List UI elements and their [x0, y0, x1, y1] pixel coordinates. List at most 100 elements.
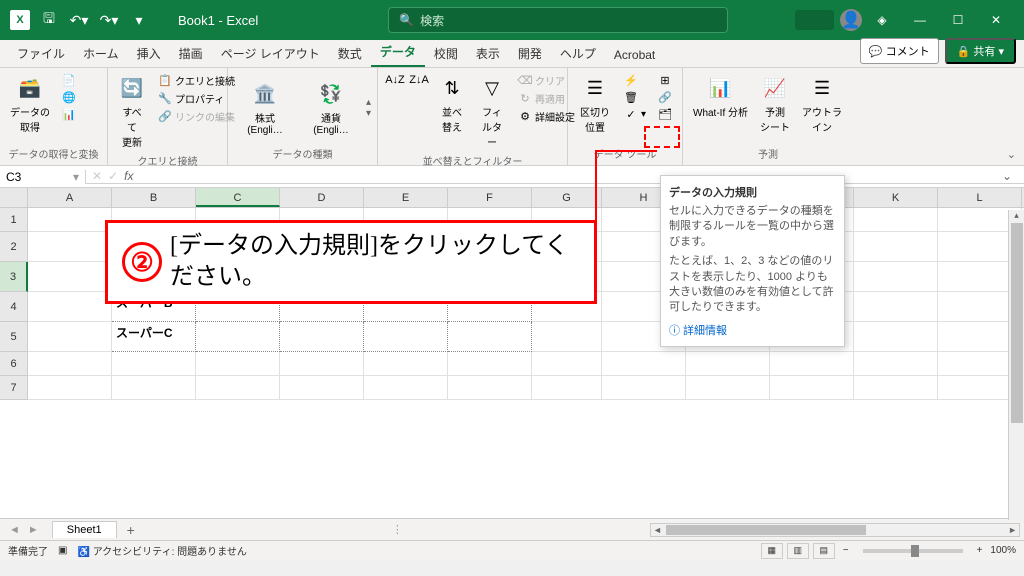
from-text-button[interactable]: 📄 [58, 72, 80, 88]
maximize-button[interactable]: ☐ [940, 6, 976, 34]
row-header-7[interactable]: 7 [0, 376, 28, 400]
stocks-button[interactable]: 🏛️ 株式 (Engli… [234, 78, 296, 138]
user-name[interactable] [795, 10, 834, 30]
edit-links-button[interactable]: 🔗リンクの編集 [154, 108, 239, 125]
tab-data[interactable]: データ [371, 38, 425, 67]
cell-C6[interactable] [196, 352, 280, 376]
cell-A1[interactable] [28, 208, 112, 232]
cell-C7[interactable] [196, 376, 280, 400]
column-header-G[interactable]: G [532, 188, 602, 207]
ribbon-collapse-button[interactable]: ⌄ [1007, 148, 1016, 161]
data-model-button[interactable]: 🗂 [654, 106, 676, 122]
row-header-1[interactable]: 1 [0, 208, 28, 232]
text-to-columns-button[interactable]: ☰ 区切り位置 [574, 72, 616, 136]
row-header-3[interactable]: 3 [0, 262, 28, 292]
cell-F6[interactable] [448, 352, 532, 376]
cell-K2[interactable] [854, 232, 938, 262]
cell-K5[interactable] [854, 322, 938, 352]
column-header-D[interactable]: D [280, 188, 364, 207]
cell-C5[interactable] [196, 322, 280, 352]
consolidate-button[interactable]: ⊞ [654, 72, 676, 88]
from-table-button[interactable]: 📊 [58, 106, 80, 122]
horizontal-scrollbar[interactable]: ◄ ► [650, 523, 1020, 537]
properties-button[interactable]: 🔧プロパティ [154, 90, 239, 107]
select-all-corner[interactable] [0, 188, 28, 207]
save-icon[interactable]: 🖫 [38, 9, 60, 31]
tab-page-layout[interactable]: ページ レイアウト [212, 40, 329, 67]
tab-developer[interactable]: 開発 [509, 40, 551, 67]
column-header-A[interactable]: A [28, 188, 112, 207]
sheet-nav-prev[interactable]: ◄ [6, 524, 23, 536]
currency-button[interactable]: 💱 通貨 (Engli… [300, 78, 362, 138]
column-header-K[interactable]: K [854, 188, 938, 207]
cell-K6[interactable] [854, 352, 938, 376]
close-button[interactable]: ✕ [978, 6, 1014, 34]
add-sheet-button[interactable]: + [117, 522, 145, 538]
tooltip-more-info-link[interactable]: ⓘ 詳細情報 [669, 322, 836, 338]
page-break-view-button[interactable]: ▤ [813, 543, 835, 559]
cell-G7[interactable] [532, 376, 602, 400]
row-header-2[interactable]: 2 [0, 232, 28, 262]
diamond-icon[interactable]: ◈ [864, 6, 900, 34]
cell-F5[interactable] [448, 322, 532, 352]
redo-icon[interactable]: ↷▾ [98, 9, 120, 31]
cell-G5[interactable] [532, 322, 602, 352]
cell-B5[interactable]: スーパーC [112, 322, 196, 352]
sort-za-button[interactable]: Z↓A [408, 72, 430, 88]
cell-D7[interactable] [280, 376, 364, 400]
name-box[interactable]: C3▾ [0, 170, 86, 184]
search-input[interactable]: 🔍 検索 [388, 7, 728, 33]
tab-insert[interactable]: 挿入 [128, 40, 170, 67]
avatar[interactable]: 👤 [840, 9, 862, 31]
column-header-E[interactable]: E [364, 188, 448, 207]
tab-help[interactable]: ヘルプ [551, 40, 605, 67]
zoom-out-button[interactable]: − [839, 545, 853, 556]
tab-file[interactable]: ファイル [8, 40, 74, 67]
cell-A4[interactable] [28, 292, 112, 322]
tab-home[interactable]: ホーム [74, 40, 128, 67]
cell-E5[interactable] [364, 322, 448, 352]
tab-acrobat[interactable]: Acrobat [605, 43, 664, 67]
sort-az-button[interactable]: A↓Z [384, 72, 406, 88]
cell-J7[interactable] [770, 376, 854, 400]
scroll-thumb[interactable] [1011, 223, 1023, 423]
cell-E7[interactable] [364, 376, 448, 400]
row-header-5[interactable]: 5 [0, 322, 28, 352]
tab-view[interactable]: 表示 [467, 40, 509, 67]
row-header-4[interactable]: 4 [0, 292, 28, 322]
cell-H6[interactable] [602, 352, 686, 376]
cell-E6[interactable] [364, 352, 448, 376]
from-web-button[interactable]: 🌐 [58, 89, 80, 105]
formula-expand-button[interactable]: ⌄ [1002, 169, 1012, 183]
formula-bar[interactable]: ✕✓fx ⌄ [86, 169, 1024, 184]
comment-button[interactable]: 💬 コメント [860, 38, 939, 64]
tab-formulas[interactable]: 数式 [329, 40, 371, 67]
minimize-button[interactable]: — [902, 6, 938, 34]
page-layout-view-button[interactable]: ▥ [787, 543, 809, 559]
cell-I7[interactable] [686, 376, 770, 400]
vertical-scrollbar[interactable]: ▴ [1008, 210, 1024, 520]
share-button[interactable]: 🔒 共有 ▾ [945, 38, 1016, 64]
column-header-L[interactable]: L [938, 188, 1022, 207]
sheet-nav-next[interactable]: ► [25, 524, 42, 536]
column-header-B[interactable]: B [112, 188, 196, 207]
zoom-slider[interactable] [863, 549, 963, 553]
outline-button[interactable]: ☰ アウトラ イン [798, 72, 846, 136]
flash-fill-button[interactable]: ⚡ [620, 72, 650, 88]
cell-A6[interactable] [28, 352, 112, 376]
cell-A5[interactable] [28, 322, 112, 352]
row-header-6[interactable]: 6 [0, 352, 28, 376]
cell-A2[interactable] [28, 232, 112, 262]
cell-K1[interactable] [854, 208, 938, 232]
cell-B6[interactable] [112, 352, 196, 376]
cell-A7[interactable] [28, 376, 112, 400]
scroll-thumb[interactable] [666, 525, 866, 535]
column-header-C[interactable]: C [196, 188, 280, 207]
cell-A3[interactable] [28, 262, 112, 292]
cell-I6[interactable] [686, 352, 770, 376]
tab-draw[interactable]: 描画 [170, 40, 212, 67]
whatif-button[interactable]: 📊 What-If 分析 [689, 72, 752, 121]
sheet-tab[interactable]: Sheet1 [52, 521, 117, 538]
undo-icon[interactable]: ↶▾ [68, 9, 90, 31]
cell-J6[interactable] [770, 352, 854, 376]
